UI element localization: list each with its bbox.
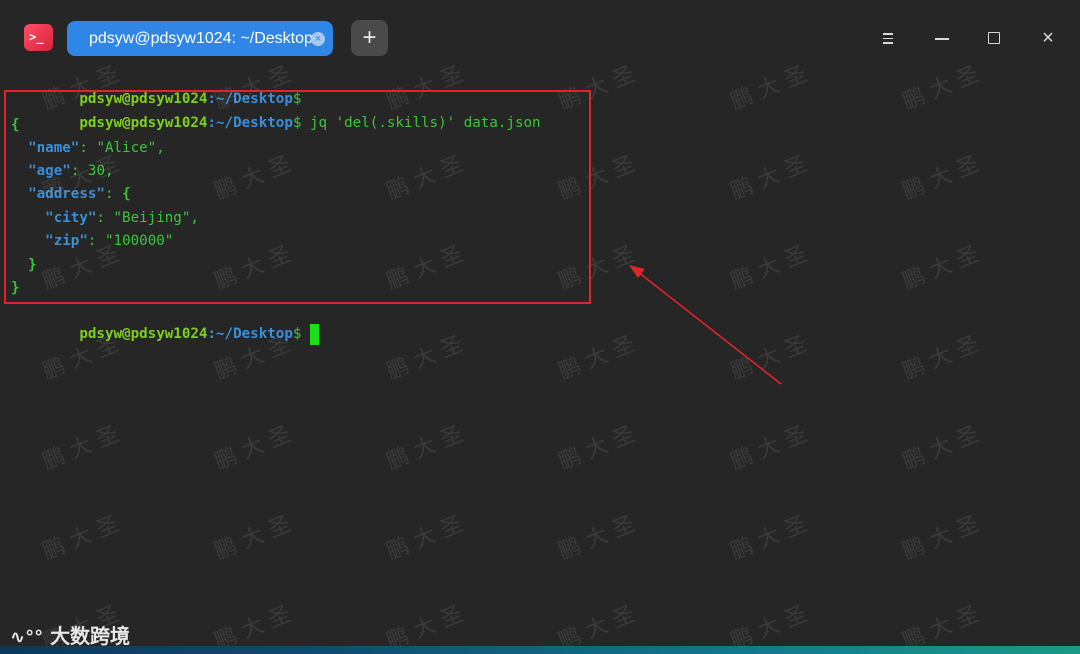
desktop-background: >_ pdsyw@pdsyw1024: ~/Desktop × + × pdsy…: [0, 0, 1080, 654]
brand-logo: ∿°° 大数跨境: [10, 620, 130, 649]
annotation-arrow: [629, 265, 782, 385]
terminal-window: >_ pdsyw@pdsyw1024: ~/Desktop × + × pdsy…: [0, 0, 1080, 646]
brand-mark-icon: ∿°°: [10, 627, 44, 648]
brand-logo-text: 大数跨境: [50, 624, 131, 648]
